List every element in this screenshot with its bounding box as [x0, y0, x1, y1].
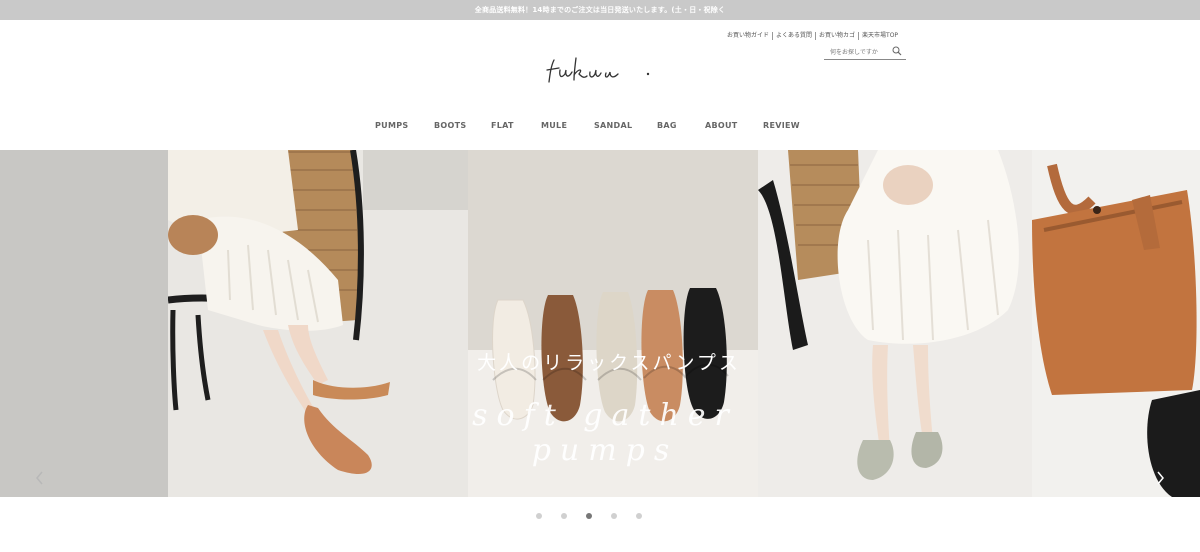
nav-pumps[interactable]: PUMPS	[375, 121, 408, 130]
slider-dot-3[interactable]	[586, 513, 592, 519]
slide-image-woman-sitting	[168, 150, 468, 497]
brand-logo[interactable]	[546, 52, 654, 86]
search-input[interactable]	[830, 47, 890, 57]
chevron-right-icon[interactable]	[1152, 468, 1168, 488]
search-icon[interactable]	[892, 46, 902, 56]
nav-sandal[interactable]: SANDAL	[594, 121, 632, 130]
util-link-faq[interactable]: よくある質問	[773, 32, 817, 40]
nav-review[interactable]: REVIEW	[763, 121, 800, 130]
slider-dot-1[interactable]	[536, 513, 542, 519]
hero-slider[interactable]: 大人のリラックスパンプス soft gather pumps	[0, 150, 1200, 497]
slider-pagination	[536, 513, 642, 519]
search-box	[824, 44, 906, 60]
nav-about[interactable]: ABOUT	[705, 121, 738, 130]
nav-bag[interactable]: BAG	[657, 121, 677, 130]
slide-edge-left	[0, 150, 168, 497]
slider-dot-5[interactable]	[636, 513, 642, 519]
main-nav: PUMPS BOOTS FLAT MULE SANDAL BAG ABOUT R…	[0, 121, 1200, 133]
slider-dot-4[interactable]	[611, 513, 617, 519]
nav-boots[interactable]: BOOTS	[434, 121, 466, 130]
hero-title-en: soft gather pumps	[472, 398, 738, 468]
utility-links: お買い物ガイド よくある質問 お買い物カゴ 楽天市場TOP	[724, 32, 901, 40]
util-link-guide[interactable]: お買い物ガイド	[724, 32, 774, 40]
slider-dot-2[interactable]	[561, 513, 567, 519]
announcement-bar: 全商品送料無料！14時までのご注文は当日発送いたします。(土・日・祝除く	[0, 0, 1200, 20]
slide-image-woman-skirt	[758, 150, 1032, 497]
hero-title-jp: 大人のリラックスパンプス	[477, 352, 741, 374]
slide-image-bag	[1032, 150, 1200, 497]
util-link-cart[interactable]: お買い物カゴ	[816, 32, 860, 40]
util-link-rakuten-top[interactable]: 楽天市場TOP	[859, 32, 901, 40]
nav-mule[interactable]: MULE	[541, 121, 567, 130]
chevron-left-icon[interactable]	[32, 468, 48, 488]
nav-flat[interactable]: FLAT	[491, 121, 514, 130]
